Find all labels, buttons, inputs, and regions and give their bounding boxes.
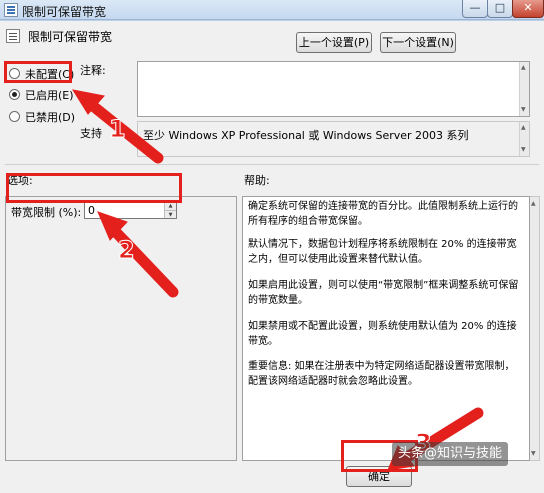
supported-on-scrollbar[interactable]: ▲ ▼ — [519, 122, 529, 156]
scroll-down-icon[interactable]: ▼ — [531, 450, 536, 457]
radio-label: 已启用(E) — [25, 89, 74, 102]
supported-on-box: 至少 Windows XP Professional 或 Windows Ser… — [137, 121, 530, 157]
help-scrollbar[interactable]: ▲ ▼ — [530, 196, 540, 461]
spin-up-icon[interactable]: ▲ — [165, 202, 176, 210]
spin-down-icon[interactable]: ▼ — [165, 210, 176, 218]
help-paragraph: 如果禁用或不配置此设置，则系统使用默认值为 20% 的连接带宽。 — [248, 321, 517, 347]
scroll-down-icon[interactable]: ▼ — [521, 147, 526, 153]
watermark: 头条@知识与技能 — [392, 442, 509, 466]
policy-name: 限制可保留带宽 — [28, 30, 113, 44]
help-paragraph: 重要信息: 如果在注册表中为特定网络适配器设置带宽限制，配置该网络适配器时就会忽… — [248, 361, 515, 387]
policy-window-icon — [4, 3, 18, 17]
dialog-body: 限制可保留带宽 上一个设置(P) 下一个设置(N) 未配置(C) 已启用(E) … — [0, 21, 544, 493]
help-paragraph: 如果启用此设置，则可以使用“带宽限制”框来调整系统可保留的带宽数量。 — [248, 280, 519, 306]
previous-setting-button[interactable]: 上一个设置(P) — [296, 32, 372, 53]
highlight-enabled-option — [4, 61, 72, 83]
help-text-pane: 确定系统可保留的连接带宽的百分比。此值限制系统上运行的所有程序的组合带宽保留。 … — [242, 196, 530, 461]
spin-buttons[interactable]: ▲ ▼ — [164, 202, 176, 218]
next-setting-button[interactable]: 下一个设置(N) — [380, 32, 456, 53]
scroll-up-icon[interactable]: ▲ — [521, 125, 526, 131]
bandwidth-limit-value[interactable]: 0 — [88, 204, 95, 217]
radio-button-checked[interactable] — [9, 89, 20, 100]
supported-on-label: 支持 — [80, 127, 102, 140]
radio-button[interactable] — [9, 111, 20, 122]
scroll-up-icon[interactable]: ▲ — [521, 65, 526, 71]
bandwidth-limit-spinbox[interactable]: 0 ▲ ▼ — [84, 201, 177, 219]
bandwidth-limit-label: 带宽限制 (%): — [11, 206, 82, 219]
supported-on-text: 至少 Windows XP Professional 或 Windows Ser… — [143, 129, 469, 142]
help-paragraph: 默认情况下，数据包计划程序将系统限制在 20% 的连接带宽之内，但可以使用此设置… — [248, 239, 517, 265]
section-divider — [5, 164, 539, 165]
help-section-label: 帮助: — [244, 174, 270, 187]
window-title: 限制可保留带宽 — [22, 5, 107, 19]
radio-label: 已禁用(D) — [25, 111, 76, 124]
help-paragraph: 确定系统可保留的连接带宽的百分比。此值限制系统上运行的所有程序的组合带宽保留。 — [248, 201, 518, 227]
options-pane: 带宽限制 (%): 0 ▲ ▼ — [5, 196, 237, 461]
maximize-button[interactable]: □ — [487, 0, 513, 18]
title-bar[interactable]: 限制可保留带宽 — □ ✕ — [0, 0, 544, 20]
highlight-bandwidth-field — [6, 173, 182, 203]
comment-scrollbar[interactable]: ▲ ▼ — [519, 62, 529, 116]
policy-setting-icon — [6, 29, 20, 43]
close-button[interactable]: ✕ — [512, 0, 544, 18]
comment-label: 注释: — [80, 64, 106, 77]
minimize-button[interactable]: — — [462, 0, 488, 18]
comment-textarea[interactable]: ▲ ▼ — [137, 61, 530, 117]
scroll-up-icon[interactable]: ▲ — [531, 200, 536, 207]
scroll-down-icon[interactable]: ▼ — [521, 107, 526, 113]
